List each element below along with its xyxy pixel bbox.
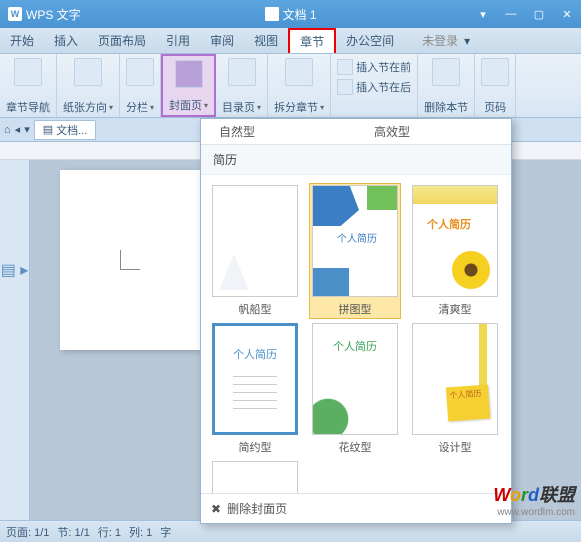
cover-puzzle-thumb: 个人简历	[312, 185, 398, 297]
ribbon-delete-section[interactable]: 删除本节	[418, 54, 475, 117]
coverpage-style-tabs: 自然型 高效型	[201, 119, 511, 145]
maximize-button[interactable]: ▢	[525, 4, 553, 24]
left-sidebar: ▤ ▸	[0, 160, 30, 520]
coverpage-icon	[175, 60, 203, 88]
document-title: 文档 1	[282, 6, 316, 23]
pagenumber-icon	[481, 58, 509, 86]
tab-view[interactable]: 视图	[244, 28, 288, 53]
close-button[interactable]: ✕	[553, 4, 581, 24]
ribbon-coverpage[interactable]: 封面页▾	[161, 54, 216, 117]
dropdown-icon[interactable]: ▾	[469, 4, 497, 24]
cover-more-thumb: ↑	[212, 461, 298, 493]
sidebar-page-icon[interactable]: ▤ ▸	[1, 260, 29, 280]
status-section: 节: 1/1	[57, 524, 89, 540]
watermark-url: www.wordlm.com	[493, 507, 575, 518]
tab-references[interactable]: 引用	[156, 28, 200, 53]
doctab-home-icon[interactable]: ⌂	[4, 124, 11, 136]
columns-icon	[126, 58, 154, 86]
tab-review[interactable]: 审阅	[200, 28, 244, 53]
ribbon-splitchapter[interactable]: 拆分章节▾	[268, 54, 331, 117]
tab-insert[interactable]: 插入	[44, 28, 88, 53]
tab-chapter[interactable]: 章节	[288, 28, 336, 53]
cover-sailboat[interactable]: 帆船型	[209, 183, 301, 319]
cover-puzzle[interactable]: 个人简历 拼图型	[309, 183, 401, 319]
delete-section-icon	[432, 58, 460, 86]
doc-tab-icon: ▤	[43, 123, 53, 136]
style-tab-efficient[interactable]: 高效型	[356, 119, 511, 144]
insert-section-before[interactable]: 插入节在前	[337, 58, 411, 76]
ribbon-columns[interactable]: 分栏▾	[120, 54, 161, 117]
cover-simple-thumb: 个人简历	[212, 323, 298, 435]
orientation-icon	[74, 58, 102, 86]
ribbon: 章节导航 纸张方向▾ 分栏▾ 封面页▾ 目录页▾ 拆分章节▾ 插入节在前 插入节…	[0, 54, 581, 118]
app-brand: W WPS 文字	[8, 6, 81, 23]
tabbar-overflow[interactable]: ▾	[458, 34, 476, 48]
cover-floral[interactable]: 个人简历 花纹型	[309, 321, 401, 457]
cover-design[interactable]: 个人简历 设计型	[409, 321, 501, 457]
tab-pagelayout[interactable]: 页面布局	[88, 28, 156, 53]
ribbon-pagenumber[interactable]: 页码	[475, 54, 516, 117]
coverpage-dropdown: 自然型 高效型 简历 帆船型 个人简历 拼图型 个人简历 清爽型 个人简历 简约…	[200, 118, 512, 524]
delete-coverpage[interactable]: ✖ 删除封面页	[201, 493, 511, 523]
status-chars: 字	[160, 524, 171, 540]
cover-fresh[interactable]: 个人简历 清爽型	[409, 183, 501, 319]
doctab-prev-icon[interactable]: ◂	[15, 123, 21, 136]
title-bar: W WPS 文字 文档 1 ▾ — ▢ ✕	[0, 0, 581, 28]
doctab-dropdown-icon[interactable]: ▾	[24, 123, 30, 136]
document-page[interactable]	[60, 170, 200, 350]
cover-more[interactable]: ↑	[209, 459, 301, 493]
app-name: WPS 文字	[26, 6, 81, 23]
document-title-group: 文档 1	[264, 6, 316, 23]
document-icon	[264, 7, 278, 21]
gallery-section-resume: 简历	[201, 145, 511, 175]
cover-floral-thumb: 个人简历	[312, 323, 398, 435]
insert-before-icon	[337, 59, 353, 75]
window-controls: ▾ — ▢ ✕	[469, 4, 581, 24]
chapter-nav-icon	[14, 58, 42, 86]
ribbon-orientation[interactable]: 纸张方向▾	[57, 54, 120, 117]
ribbon-tabs: 开始 插入 页面布局 引用 审阅 视图 章节 办公空间 未登录 ▾	[0, 28, 581, 54]
cover-gallery: 帆船型 个人简历 拼图型 个人简历 清爽型 个人简历 简约型 个人简历 花纹型 …	[201, 175, 511, 493]
ribbon-section-ops: 插入节在前 插入节在后	[331, 54, 418, 117]
page-corner-mark	[120, 250, 140, 270]
ribbon-chapter-nav[interactable]: 章节导航	[0, 54, 57, 117]
document-tab[interactable]: ▤ 文档...	[34, 120, 97, 140]
tab-office[interactable]: 办公空间	[336, 28, 404, 53]
insert-section-after[interactable]: 插入节在后	[337, 78, 411, 96]
cover-sailboat-thumb	[212, 185, 298, 297]
minimize-button[interactable]: —	[497, 4, 525, 24]
ribbon-tocpage[interactable]: 目录页▾	[216, 54, 268, 117]
cover-fresh-thumb: 个人简历	[412, 185, 498, 297]
delete-icon: ✖	[211, 502, 221, 516]
status-line: 行: 1	[98, 524, 121, 540]
doc-tab-label: 文档...	[56, 122, 87, 138]
status-page: 页面: 1/1	[6, 524, 49, 540]
style-tab-natural[interactable]: 自然型	[201, 119, 356, 144]
status-col: 列: 1	[129, 524, 152, 540]
cover-simple[interactable]: 个人简历 简约型	[209, 321, 301, 457]
insert-after-icon	[337, 79, 353, 95]
wps-icon: W	[8, 7, 22, 21]
splitchapter-icon	[285, 58, 313, 86]
login-status[interactable]: 未登录	[422, 32, 458, 49]
cover-design-thumb: 个人简历	[412, 323, 498, 435]
tocpage-icon	[228, 58, 256, 86]
watermark: Word联盟 www.wordlm.com	[493, 481, 575, 518]
tab-start[interactable]: 开始	[0, 28, 44, 53]
